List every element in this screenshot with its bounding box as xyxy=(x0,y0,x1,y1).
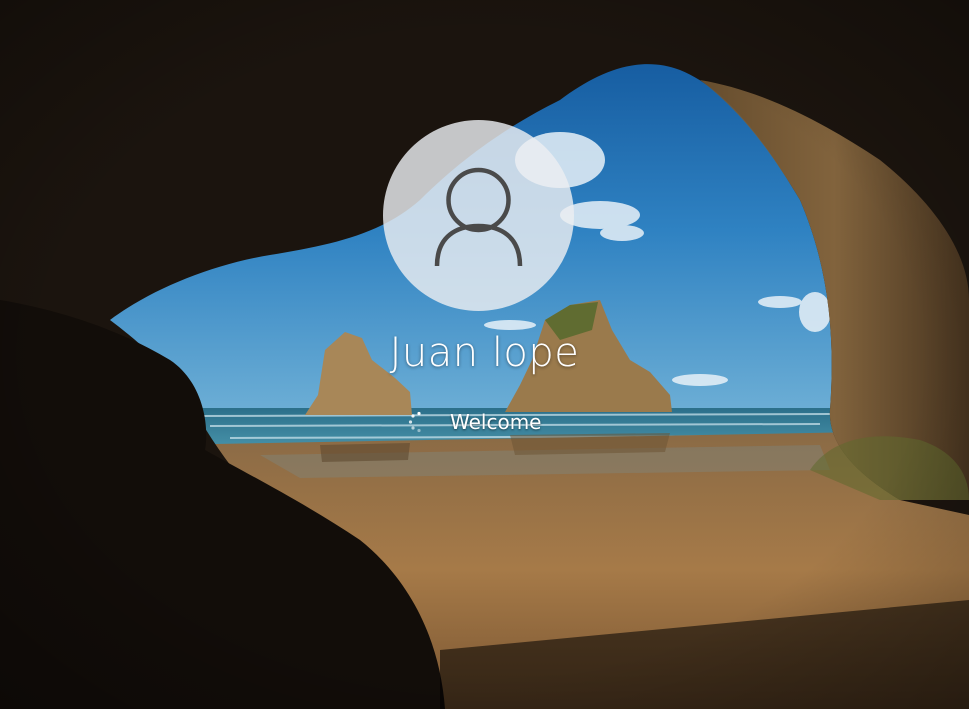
user-name: Juan lope xyxy=(389,330,580,376)
status-text: Welcome xyxy=(450,410,542,434)
user-silhouette-icon xyxy=(434,167,523,267)
user-avatar xyxy=(383,120,574,311)
sign-in-status: Welcome xyxy=(408,405,541,439)
loading-dots-spinner-icon xyxy=(408,411,430,433)
